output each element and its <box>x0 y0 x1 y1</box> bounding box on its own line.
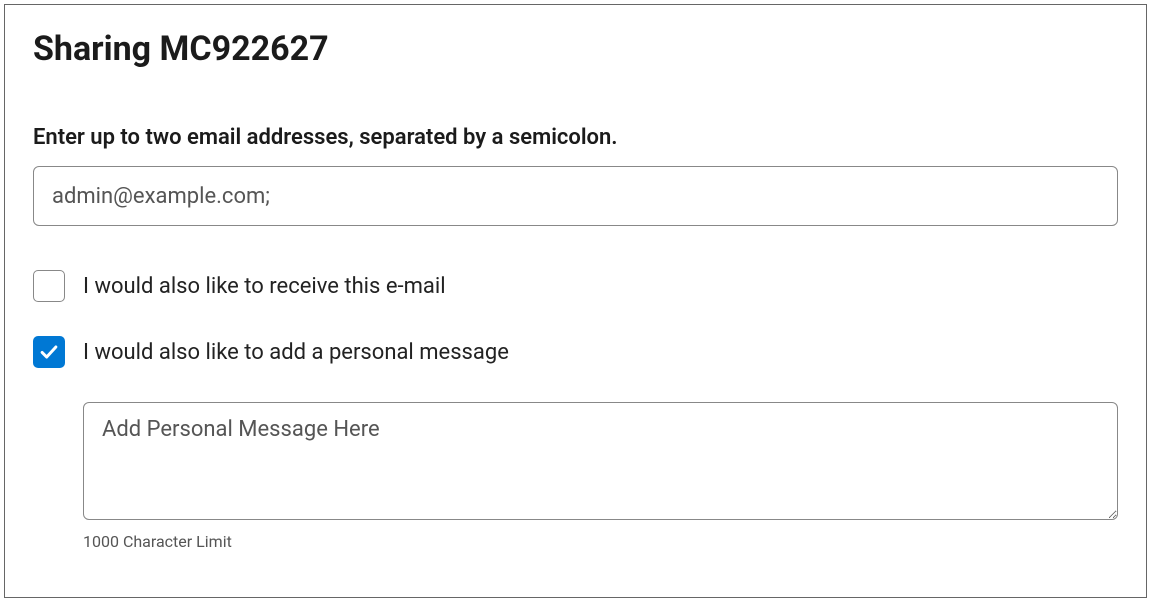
sharing-panel: Sharing MC922627 Enter up to two email a… <box>4 4 1147 598</box>
character-limit-label: 1000 Character Limit <box>83 532 1118 551</box>
receive-email-row: I would also like to receive this e-mail <box>33 270 1118 302</box>
email-instruction: Enter up to two email addresses, separat… <box>33 125 1118 150</box>
personal-message-label: I would also like to add a personal mess… <box>83 340 509 365</box>
email-addresses-input[interactable] <box>33 166 1118 226</box>
receive-email-checkbox[interactable] <box>33 270 65 302</box>
page-title: Sharing MC922627 <box>33 29 1118 69</box>
receive-email-label: I would also like to receive this e-mail <box>83 274 446 299</box>
personal-message-row: I would also like to add a personal mess… <box>33 336 1118 368</box>
personal-message-block: 1000 Character Limit <box>83 402 1118 551</box>
checkmark-icon <box>38 341 60 363</box>
personal-message-checkbox[interactable] <box>33 336 65 368</box>
personal-message-textarea[interactable] <box>83 402 1118 520</box>
